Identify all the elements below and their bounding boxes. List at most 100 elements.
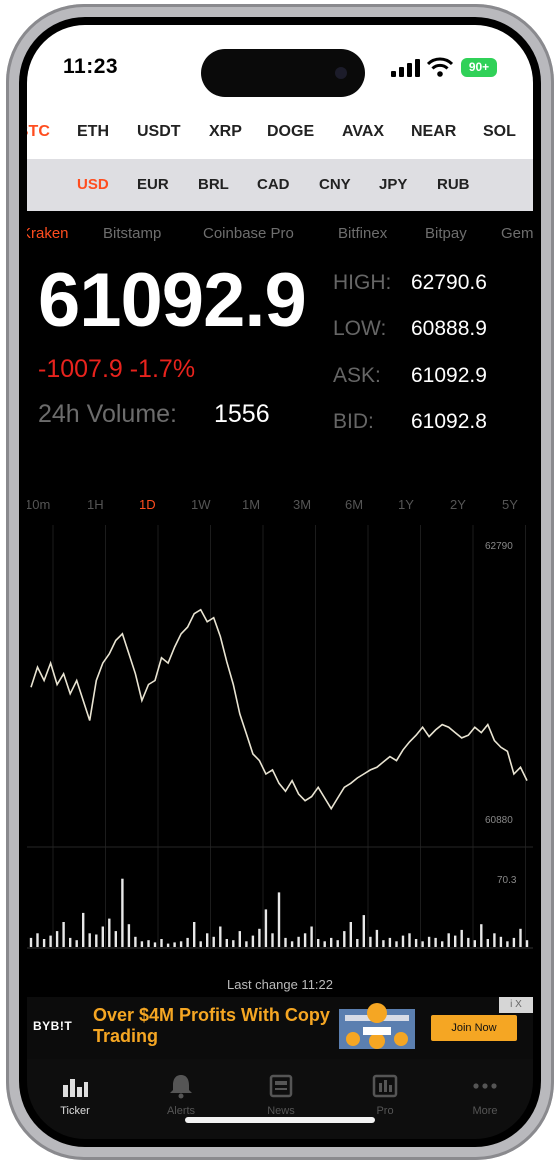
volume-bar (349, 922, 352, 947)
volume-bar (395, 941, 398, 947)
tab-crypto-xrp[interactable]: XRP (209, 123, 242, 141)
nav-pro[interactable]: Pro (345, 1073, 425, 1117)
tab-currency-jpy[interactable]: JPY (379, 176, 407, 193)
currency-tab-bar: USD EUR BRL CAD CNY JPY RUB (27, 159, 533, 211)
tab-crypto-btc[interactable]: BTC (27, 123, 50, 141)
tab-exchange-bitstamp[interactable]: Bitstamp (103, 225, 161, 242)
range-10m[interactable]: 10m (27, 497, 50, 512)
volume-bar (62, 922, 65, 947)
tab-crypto-sol[interactable]: SOL (483, 123, 516, 141)
volume-bar (290, 941, 294, 947)
ad-logo: BYB!T (33, 1019, 73, 1033)
volume-bar (49, 935, 52, 947)
tab-currency-usd[interactable]: USD (77, 176, 109, 193)
ad-banner[interactable]: BYB!T Over $4M Profits With Copy Trading… (27, 997, 533, 1059)
volume-bar (121, 878, 124, 947)
volume-bar (153, 942, 157, 947)
volume-bar (160, 939, 163, 947)
volume-bar (69, 937, 72, 947)
bottom-tab-bar: Ticker Alerts News Pro More (27, 1059, 533, 1139)
volume-bar (441, 941, 444, 947)
nav-news[interactable]: News (241, 1073, 321, 1117)
home-indicator (185, 1117, 375, 1123)
price-axis-bottom-label: 60880 (485, 815, 513, 826)
volume-bar (343, 931, 346, 947)
volume-bar (421, 941, 424, 947)
range-6m[interactable]: 6M (345, 497, 363, 512)
high-value: 62790.6 (411, 271, 487, 294)
volume-bar (173, 942, 176, 947)
volume-bar (55, 931, 59, 947)
tab-crypto-near[interactable]: NEAR (411, 123, 456, 141)
tab-crypto-avax[interactable]: AVAX (342, 123, 384, 141)
volume-bar (454, 935, 457, 947)
volume-bar (271, 933, 274, 947)
ad-headline[interactable]: Over $4M Profits With Copy Trading (93, 1005, 333, 1047)
range-1w[interactable]: 1W (191, 497, 211, 512)
last-change-label: Last change 11:22 (226, 977, 333, 992)
volume-bar (193, 922, 196, 947)
volume-bar (414, 939, 418, 947)
tab-exchange-kraken[interactable]: Kraken (27, 225, 69, 242)
volume-bar (467, 937, 470, 947)
tab-exchange-bitpay[interactable]: Bitpay (425, 225, 467, 242)
volume-bar (323, 941, 326, 947)
volume-bar (362, 915, 365, 947)
range-2y[interactable]: 2Y (450, 497, 466, 512)
tab-exchange-bitfinex[interactable]: Bitfinex (338, 225, 387, 242)
nav-more[interactable]: More (445, 1073, 525, 1117)
newspaper-icon (269, 1074, 293, 1098)
volume-bar (82, 912, 85, 947)
pro-chart-icon (372, 1074, 398, 1098)
low-label: LOW: (333, 317, 387, 340)
volume-bar (525, 940, 529, 947)
nav-ticker[interactable]: Ticker (35, 1073, 115, 1117)
volume-bar (408, 933, 411, 947)
volume-bar (336, 940, 339, 947)
volume-bar (512, 937, 516, 947)
tab-currency-cad[interactable]: CAD (257, 176, 290, 193)
price-chart[interactable]: 62790 60880 70.3 14:0017:0020:0023:0002:… (27, 525, 533, 955)
ad-illustration (339, 1003, 415, 1049)
nav-alerts[interactable]: Alerts (141, 1073, 221, 1117)
ask-value: 61092.9 (411, 364, 487, 387)
volume-bar (447, 933, 450, 947)
tab-crypto-doge[interactable]: DOGE (267, 123, 314, 141)
range-1y[interactable]: 1Y (398, 497, 414, 512)
tab-currency-cny[interactable]: CNY (319, 176, 351, 193)
volume-bar (486, 939, 489, 947)
volume-bar (140, 941, 144, 947)
tab-crypto-usdt[interactable]: USDT (137, 123, 181, 141)
volume-bar (369, 936, 372, 947)
volume-label: 24h Volume: (38, 400, 177, 428)
volume-bar (258, 928, 261, 947)
range-1m[interactable]: 1M (242, 497, 260, 512)
ad-close-icon[interactable]: i X (499, 997, 533, 1013)
volume-bar (232, 940, 235, 947)
volume-bar (206, 933, 209, 947)
ad-join-button[interactable]: Join Now (431, 1015, 517, 1041)
tab-exchange-gem[interactable]: Gem (501, 225, 533, 242)
volume-bar (493, 933, 496, 947)
tab-currency-rub[interactable]: RUB (437, 176, 470, 193)
volume-bar (297, 936, 300, 947)
app-screen: 11:23 90+ BTC ETH USDT (27, 25, 533, 1139)
range-1h[interactable]: 1H (87, 497, 104, 512)
range-5y[interactable]: 5Y (502, 497, 518, 512)
volume-bar (277, 892, 281, 947)
volume-bar (284, 937, 287, 947)
volume-bar (499, 936, 503, 947)
volume-bar (460, 929, 463, 947)
range-1d[interactable]: 1D (139, 497, 156, 512)
nav-alerts-label: Alerts (166, 1105, 196, 1117)
tab-currency-eur[interactable]: EUR (137, 176, 169, 193)
dynamic-island (201, 49, 365, 97)
volume-bar (212, 936, 215, 947)
more-dots-icon (473, 1083, 497, 1089)
range-3m[interactable]: 3M (293, 497, 311, 512)
volume-bar (101, 926, 104, 947)
volume-bar (225, 939, 228, 947)
tab-currency-brl[interactable]: BRL (198, 176, 229, 193)
tab-crypto-eth[interactable]: ETH (77, 123, 109, 141)
tab-exchange-coinbase-pro[interactable]: Coinbase Pro (203, 225, 294, 242)
